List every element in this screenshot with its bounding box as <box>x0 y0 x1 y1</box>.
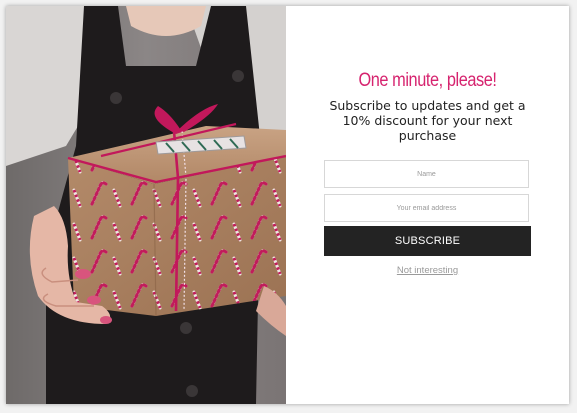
popup-description: Subscribe to updates and get a 10% disco… <box>329 98 526 143</box>
popup-headline: One minute, please! <box>358 70 497 91</box>
name-input[interactable] <box>324 160 529 188</box>
subscribe-button[interactable]: SUBSCRIBE <box>324 226 531 256</box>
subscription-form: One minute, please! Subscribe to updates… <box>286 6 569 404</box>
email-input[interactable] <box>324 194 529 222</box>
subscription-popup: One minute, please! Subscribe to updates… <box>6 6 569 404</box>
dismiss-link[interactable]: Not interesting <box>286 265 569 276</box>
gift-icon <box>6 6 286 404</box>
gift-box-photo <box>6 6 286 404</box>
